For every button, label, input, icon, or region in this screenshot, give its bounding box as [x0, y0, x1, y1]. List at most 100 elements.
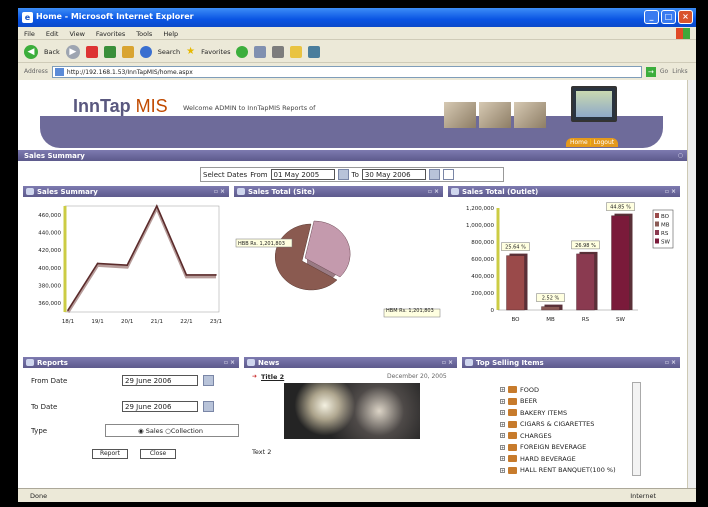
go-arrow-icon[interactable]: → — [645, 66, 656, 77]
tree-item[interactable]: + CHARGES — [500, 430, 616, 442]
to-date-input[interactable]: 30 May 2006 — [361, 169, 426, 180]
go-button[interactable]: Go — [660, 68, 668, 75]
print-icon[interactable] — [272, 45, 285, 58]
legend-label: RS — [661, 231, 669, 237]
folder-icon — [508, 432, 517, 440]
mail-icon[interactable] — [254, 45, 267, 58]
tree-item[interactable]: + CIGARS & CIGARETTES — [500, 419, 616, 431]
panel-header-top-selling: Top Selling Items ▫ × — [462, 357, 680, 368]
y-tick-label: 440,000 — [38, 231, 61, 237]
news-title-link[interactable]: Title 2 — [261, 373, 284, 381]
legend-swatch — [655, 238, 659, 244]
type-label: Type — [31, 427, 48, 435]
status-bar: Done Internet — [18, 488, 696, 502]
y-tick-label: 400,000 — [38, 266, 61, 272]
panel-header-sales-summary: Sales Summary ▫ × — [23, 186, 229, 197]
legend-label: BO — [661, 214, 670, 220]
y-tick-label: 600,000 — [471, 257, 494, 263]
menu-tools[interactable]: Tools — [136, 30, 152, 39]
home-link[interactable]: Home — [570, 139, 588, 146]
history-icon[interactable] — [236, 45, 249, 58]
tree-item[interactable]: + HALL RENT BANQUET(100 %) — [500, 465, 616, 477]
menu-edit[interactable]: Edit — [46, 30, 59, 39]
calendar-icon[interactable] — [203, 401, 214, 412]
stop-icon[interactable] — [85, 45, 98, 58]
from-label: From — [250, 170, 268, 179]
news-date: December 20, 2005 — [387, 373, 447, 380]
calendar-icon[interactable] — [428, 169, 440, 180]
data-point — [156, 205, 158, 207]
maximize-button[interactable]: □ — [661, 10, 676, 24]
home-icon[interactable] — [121, 45, 134, 58]
sales-radio[interactable]: ◉ — [138, 427, 144, 435]
minimize-button[interactable]: _ — [644, 10, 659, 24]
site-header: InnTap MIS Welcome ADMIN to InnTapMIS Re… — [18, 80, 687, 148]
data-point — [67, 309, 69, 312]
y-tick-label: 800,000 — [471, 240, 494, 246]
search-button[interactable]: Search — [158, 48, 180, 56]
legend-label: SW — [661, 240, 670, 246]
data-label: 2.52 % — [542, 296, 560, 302]
calendar-icon[interactable] — [203, 375, 214, 386]
report-button[interactable]: Report — [92, 449, 128, 459]
data-point — [215, 274, 217, 276]
y-tick-label: 1,000,000 — [466, 223, 494, 229]
folder-icon — [508, 443, 517, 451]
header-links: Home | Logout — [566, 138, 619, 147]
refresh-icon[interactable] — [103, 45, 116, 58]
windows-logo-icon — [676, 28, 690, 39]
favorites-button[interactable]: Favorites — [201, 48, 230, 56]
bar — [506, 255, 525, 311]
sales-summary-line-chart: 360,000 380,000 400,000 420,000 440,000 460,0… — [38, 204, 222, 325]
address-input[interactable]: http://192.168.1.53/InnTapMIS/home.aspx — [51, 65, 642, 78]
menu-favorites[interactable]: Favorites — [96, 30, 125, 39]
panel-header-news: News ▫ × — [244, 357, 457, 368]
toolbar: ◀ Back ▶ Search ★ Favorites — [18, 41, 696, 63]
menu-view[interactable]: View — [69, 30, 84, 39]
page-scrollbar[interactable] — [687, 80, 696, 488]
title-bar: e Home - Microsoft Internet Explorer _ □… — [18, 8, 696, 27]
pie-label: HBM Rs. 1,201,803 — [386, 308, 434, 314]
sales-site-pie-chart: HBM Rs. 1,201,803 HBB Rs. 1,201,803 — [235, 220, 441, 318]
report-from-date-input[interactable]: 29 June 2006 — [122, 375, 198, 386]
tree-scrollbar[interactable] — [632, 382, 641, 476]
page-icon — [54, 67, 64, 76]
links-button[interactable]: Links — [672, 68, 687, 75]
favorites-star-icon[interactable]: ★ — [186, 46, 195, 57]
x-tick-label: BO — [511, 317, 520, 323]
back-button[interactable]: Back — [44, 48, 60, 56]
header-photo-3 — [514, 102, 546, 128]
bar — [541, 306, 560, 311]
tree-item[interactable]: + BEER — [500, 396, 616, 408]
data-point — [185, 274, 188, 276]
tree-item[interactable]: + FOREIGN BEVERAGE — [500, 442, 616, 454]
close-button[interactable]: × — [678, 10, 693, 24]
tree-item[interactable]: + FOOD — [500, 384, 616, 396]
close-report-button[interactable]: Close — [140, 449, 176, 459]
messenger-icon[interactable] — [308, 45, 321, 58]
forward-arrow-icon[interactable]: ▶ — [65, 44, 80, 59]
address-url: http://192.168.1.53/InnTapMIS/home.aspx — [66, 68, 193, 76]
y-tick-label: 1,200,000 — [466, 206, 494, 212]
calendar-icon[interactable] — [337, 169, 349, 180]
menu-help[interactable]: Help — [163, 30, 178, 39]
refresh-dates-icon[interactable] — [442, 169, 454, 180]
folder-icon[interactable] — [290, 45, 303, 58]
report-to-date-input[interactable]: 29 June 2006 — [122, 401, 198, 412]
tree-item[interactable]: + BAKERY ITEMS — [500, 407, 616, 419]
folder-icon — [508, 466, 517, 474]
collection-radio-label: Collection — [170, 427, 203, 435]
logout-link[interactable]: Logout — [594, 139, 615, 146]
x-tick-label: 20/1 — [121, 319, 133, 325]
menu-bar: File Edit View Favorites Tools Help — [18, 27, 696, 40]
data-label: 44.85 % — [610, 205, 631, 211]
reports-panel: From Date 29 June 2006 To Date 29 June 2… — [23, 370, 239, 480]
x-tick-label: MB — [546, 317, 555, 323]
from-date-input[interactable]: 01 May 2005 — [270, 169, 335, 180]
back-arrow-icon[interactable]: ◀ — [24, 44, 38, 59]
welcome-text: Welcome ADMIN to InnTapMIS Reports of — [183, 104, 316, 112]
search-icon[interactable] — [139, 45, 152, 58]
menu-file[interactable]: File — [24, 30, 35, 39]
monitor-icon — [571, 86, 617, 122]
tree-item[interactable]: + HARD BEVERAGE — [500, 453, 616, 465]
